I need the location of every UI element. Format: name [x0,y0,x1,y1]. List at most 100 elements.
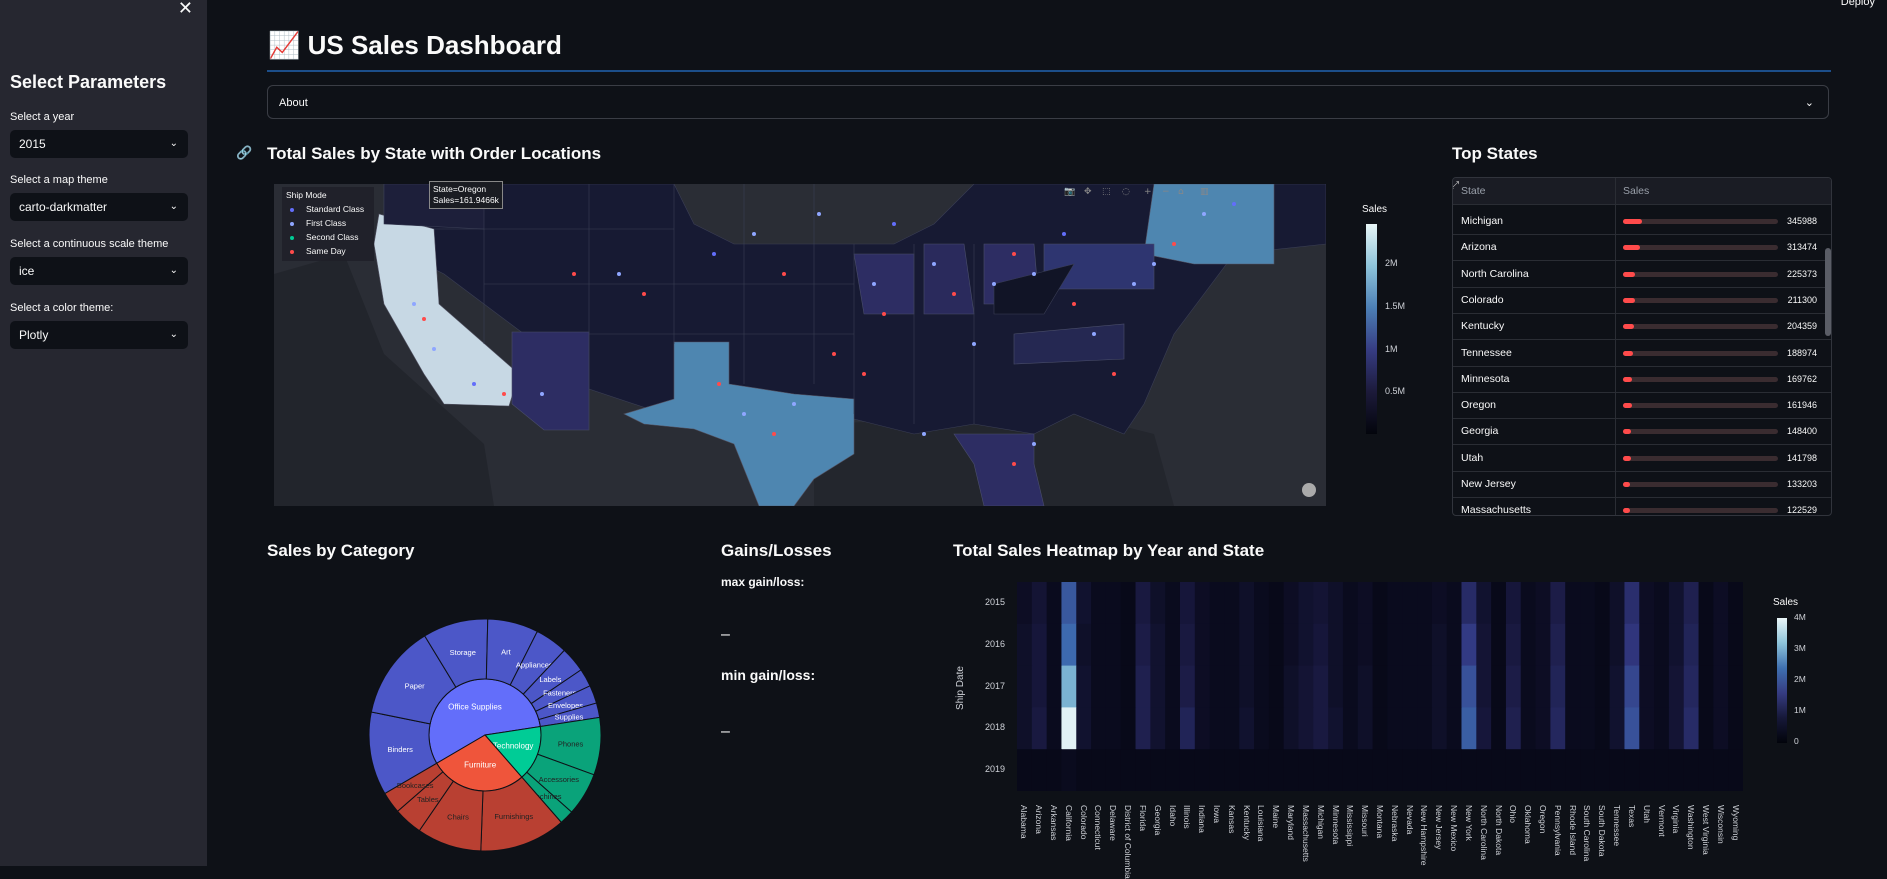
table-row[interactable]: Utah 141798 [1453,445,1831,472]
heatmap-cell[interactable] [1017,582,1033,625]
heatmap-cell[interactable] [1268,665,1285,708]
table-row[interactable]: Tennessee 188974 [1453,340,1831,367]
heatmap-cell[interactable] [1505,749,1522,791]
heatmap-cell[interactable] [1372,749,1388,791]
heatmap-cell[interactable] [1417,582,1433,625]
heatmap-cell[interactable] [1505,582,1522,625]
heatmap-cell[interactable] [1713,582,1729,625]
sales-map[interactable]: 📷 ✥ ⬚ ◌ + − ⌂ ▥ [274,184,1326,506]
heatmap-cell[interactable] [1594,623,1611,667]
heatmap-cell[interactable] [1328,582,1344,625]
heatmap-cell[interactable] [1046,665,1062,708]
heatmap-cell[interactable] [1031,707,1048,750]
heatmap-cell[interactable] [1194,665,1211,708]
heatmap-cell[interactable] [1698,749,1714,791]
table-scrollbar[interactable] [1825,248,1831,336]
heatmap-cell[interactable] [1061,623,1077,667]
heatmap-cell[interactable] [1520,749,1537,791]
heatmap-cell[interactable] [1580,749,1596,791]
heatmap-cell[interactable] [1609,707,1625,750]
heatmap-cell[interactable] [1209,707,1225,750]
heatmap-cell[interactable] [1105,582,1122,625]
heatmap-cell[interactable] [1461,665,1477,708]
heatmap-cell[interactable] [1713,749,1729,791]
map-theme-select[interactable]: carto-darkmatter ⌄ [10,193,188,221]
heatmap-cell[interactable] [1476,623,1492,667]
heatmap-cell[interactable] [1654,623,1670,667]
heatmap-cell[interactable] [1091,749,1107,791]
heatmap-cell[interactable] [1268,749,1285,791]
heatmap-cell[interactable] [1639,707,1655,750]
heatmap-cell[interactable] [1046,749,1062,791]
heatmap-cell[interactable] [1639,582,1655,625]
heatmap-cell[interactable] [1017,707,1033,750]
heatmap-cell[interactable] [1017,665,1033,708]
heatmap-cell[interactable] [1417,749,1433,791]
heatmap-cell[interactable] [1668,582,1685,625]
heatmap-cell[interactable] [1105,665,1122,708]
heatmap-cell[interactable] [1150,623,1166,667]
heatmap-cell[interactable] [1520,707,1537,750]
heatmap-cell[interactable] [1357,749,1374,791]
heatmap-cell[interactable] [1431,623,1448,667]
heatmap-cell[interactable] [1179,749,1196,791]
heatmap-cell[interactable] [1046,623,1062,667]
heatmap-cell[interactable] [1150,582,1166,625]
heatmap-cell[interactable] [1491,749,1507,791]
heatmap-cell[interactable] [1239,707,1255,750]
heatmap-cell[interactable] [1224,749,1240,791]
table-row[interactable]: Arizona 313474 [1453,234,1831,262]
heatmap-cell[interactable] [1446,665,1462,708]
col-sales-header[interactable]: Sales [1623,185,1649,197]
heatmap-cell[interactable] [1624,749,1640,791]
sales-heatmap[interactable] [1017,582,1743,791]
col-state-header[interactable]: State [1461,185,1486,197]
heatmap-cell[interactable] [1046,707,1062,750]
heatmap-cell[interactable] [1283,707,1300,750]
about-expander[interactable]: About ⌄ [267,85,1829,119]
heatmap-cell[interactable] [1505,707,1522,750]
heatmap-cell[interactable] [1135,665,1151,708]
deploy-button[interactable]: Deploy [1841,0,1875,8]
heatmap-cell[interactable] [1713,623,1729,667]
heatmap-cell[interactable] [1031,749,1048,791]
table-row[interactable]: North Carolina 225373 [1453,261,1831,288]
table-row[interactable]: Colorado 211300 [1453,287,1831,314]
heatmap-cell[interactable] [1298,665,1314,708]
heatmap-cell[interactable] [1683,582,1700,625]
heatmap-cell[interactable] [1431,707,1448,750]
heatmap-cell[interactable] [1135,707,1151,750]
color-theme-select[interactable]: Plotly ⌄ [10,321,188,349]
heatmap-cell[interactable] [1594,749,1611,791]
heatmap-cell[interactable] [1728,623,1743,667]
legend-item[interactable]: Standard Class [290,204,364,214]
heatmap-cell[interactable] [1061,749,1077,791]
heatmap-cell[interactable] [1728,749,1743,791]
legend-item[interactable]: Second Class [290,232,358,242]
heatmap-cell[interactable] [1179,582,1196,625]
heatmap-cell[interactable] [1728,707,1743,750]
table-row[interactable]: Georgia 148400 [1453,418,1831,446]
heatmap-cell[interactable] [1150,707,1166,750]
heatmap-cell[interactable] [1076,665,1092,708]
heatmap-cell[interactable] [1372,707,1388,750]
link-icon[interactable]: 🔗 [236,145,252,161]
heatmap-cell[interactable] [1417,665,1433,708]
heatmap-cell[interactable] [1624,707,1640,750]
heatmap-cell[interactable] [1239,665,1255,708]
table-row[interactable]: New Jersey 133203 [1453,471,1831,498]
heatmap-cell[interactable] [1017,749,1033,791]
top-states-table[interactable]: State Sales Michigan 345988 Arizona 313474 N… [1452,177,1832,516]
heatmap-cell[interactable] [1046,582,1062,625]
heatmap-cell[interactable] [1313,707,1329,750]
heatmap-cell[interactable] [1580,582,1596,625]
category-sunburst[interactable]: Office Supplies Technology Furniture Binder… [360,612,610,862]
heatmap-cell[interactable] [1461,623,1477,667]
heatmap-cell[interactable] [1224,582,1240,625]
heatmap-cell[interactable] [1091,623,1107,667]
heatmap-cell[interactable] [1535,707,1551,750]
heatmap-cell[interactable] [1076,623,1092,667]
heatmap-cell[interactable] [1091,665,1107,708]
heatmap-cell[interactable] [1698,707,1714,750]
heatmap-cell[interactable] [1580,665,1596,708]
